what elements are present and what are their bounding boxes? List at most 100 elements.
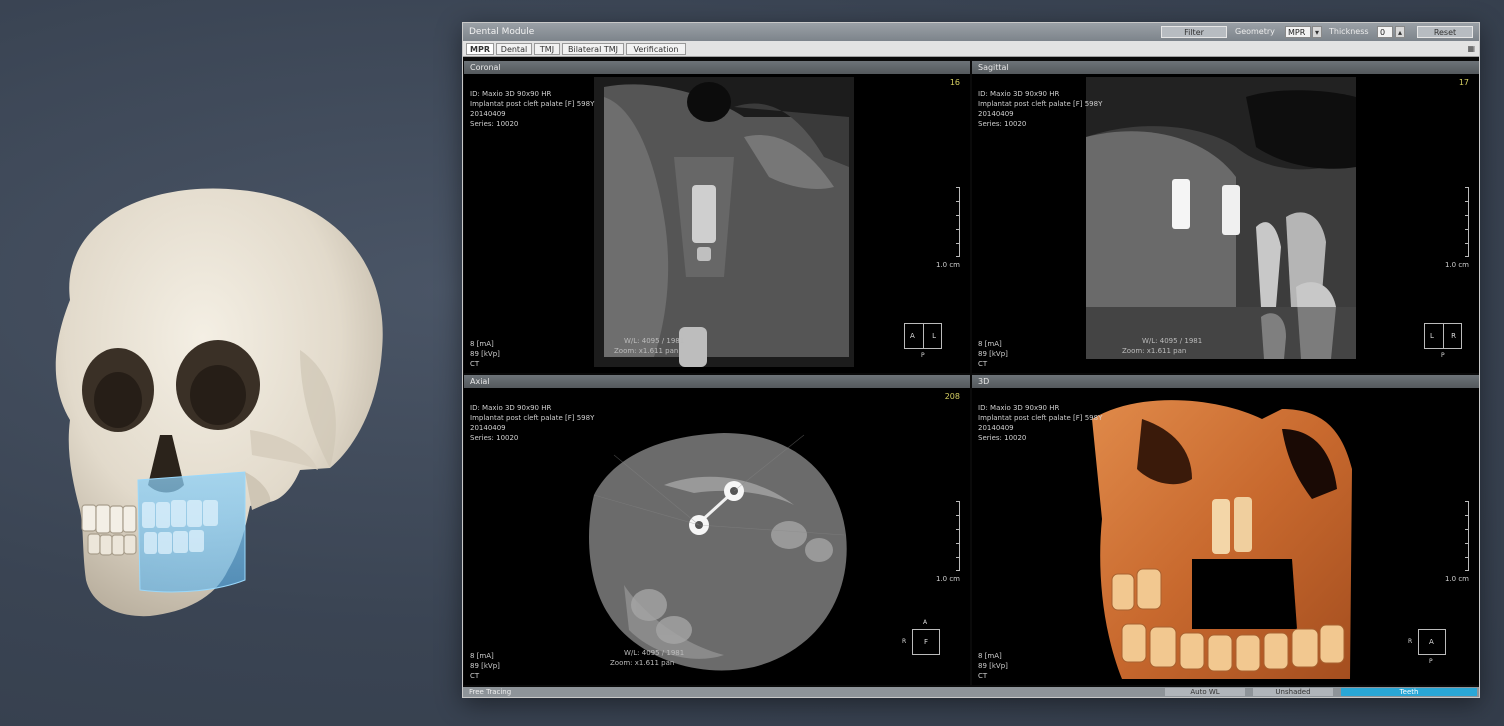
axial-ct-image: [589, 433, 847, 671]
orient-bottom: P: [921, 352, 925, 359]
patient-info: ID: Maxio 3D 90x90 HR Implantat post cle…: [978, 89, 1102, 129]
panel-layout-icon[interactable]: ▦: [1467, 44, 1475, 53]
patient-id: ID: Maxio 3D 90x90 HR: [470, 90, 552, 98]
study-date: 20140409: [470, 110, 506, 118]
slice-number: 16: [949, 78, 960, 87]
scale-label: 1.0 cm: [935, 261, 960, 269]
study-description: Implantat post cleft palate [F] 598Y: [978, 100, 1103, 108]
orient-top: A: [923, 619, 928, 626]
geometry-select[interactable]: MPR: [1285, 26, 1311, 38]
orient-center: A: [1429, 638, 1434, 646]
patient-info: ID: Maxio 3D 90x90 HR Implantat post cle…: [978, 403, 1102, 443]
tab-tmj[interactable]: TMJ: [534, 43, 560, 55]
window-level: W/L: 4095 / 1981: [624, 649, 685, 657]
tube-voltage: 89 [kVp]: [978, 350, 1008, 358]
geometry-label: Geometry: [1235, 27, 1275, 36]
orientation-marker: A: [1418, 629, 1446, 655]
study-description: Implantat post cleft palate [F] 598Y: [470, 100, 595, 108]
zoom-level: Zoom: x1.611 pan: [610, 659, 675, 667]
dental-viewer-window: Dental Module Filter Geometry MPR ▾ Thic…: [462, 22, 1480, 698]
viewport-title: Sagittal: [972, 61, 1479, 74]
3d-viewport[interactable]: 3D ID: Maxio 3D 90x90 HR Implantat post …: [972, 375, 1479, 685]
scale-label: 1.0 cm: [935, 575, 960, 583]
orient-left: R: [902, 638, 907, 645]
tube-voltage: 89 [kVp]: [470, 662, 500, 670]
tube-current: 8 [mA]: [470, 340, 494, 348]
tube-current: 8 [mA]: [470, 652, 494, 660]
tab-mpr[interactable]: MPR: [466, 43, 494, 55]
orientation-marker: L R: [1424, 323, 1462, 349]
study-description: Implantat post cleft palate [F] 598Y: [978, 414, 1103, 422]
orient-center: F: [924, 638, 929, 646]
orient-left: L: [1430, 332, 1434, 340]
geometry-dropdown-icon[interactable]: ▾: [1312, 26, 1322, 38]
acquisition-info: 8 [mA] 89 [kVp] CT: [978, 339, 1008, 369]
orient-bottom: P: [1429, 658, 1433, 665]
thickness-input[interactable]: 0: [1377, 26, 1393, 38]
unshaded-button[interactable]: Unshaded: [1253, 688, 1333, 696]
series-number: Series: 10020: [470, 434, 519, 442]
orient-right: R: [1451, 332, 1456, 340]
modality: CT: [470, 672, 480, 680]
zoom-level: Zoom: x1.611 pan: [614, 347, 679, 355]
orient-right: L: [932, 332, 936, 340]
3d-volume-render: [1092, 400, 1352, 679]
tab-verification[interactable]: Verification: [626, 43, 686, 55]
orient-left: A: [910, 332, 915, 340]
orient-bottom: P: [1441, 352, 1445, 359]
window-level: W/L: 4095 / 1981: [1142, 337, 1203, 345]
scale-bar: [955, 501, 960, 571]
viewport-title: Axial: [464, 375, 970, 388]
series-number: Series: 10020: [470, 120, 519, 128]
orient-left: R: [1408, 638, 1413, 645]
teeth-button[interactable]: Teeth: [1341, 688, 1477, 696]
study-date: 20140409: [470, 424, 506, 432]
filter-button[interactable]: Filter: [1161, 26, 1227, 38]
tube-voltage: 89 [kVp]: [978, 662, 1008, 670]
title-bar: Dental Module Filter Geometry MPR ▾ Thic…: [463, 23, 1479, 41]
patient-id: ID: Maxio 3D 90x90 HR: [978, 90, 1060, 98]
scale-bar: [1464, 501, 1469, 571]
sagittal-viewport[interactable]: Sagittal 17 ID: Maxio 3D 90x90 HR Implan…: [972, 61, 1479, 373]
status-bar: Free Tracing Auto WL Unshaded Teeth: [463, 687, 1479, 697]
scale-label: 1.0 cm: [1444, 261, 1469, 269]
skull-illustration: [55, 188, 383, 617]
orientation-marker: F: [912, 629, 940, 655]
viewport-title: Coronal: [464, 61, 970, 74]
series-number: Series: 10020: [978, 434, 1027, 442]
patient-info: ID: Maxio 3D 90x90 HR Implantat post cle…: [470, 89, 594, 129]
tab-dental[interactable]: Dental: [496, 43, 532, 55]
slice-number: 208: [944, 392, 960, 401]
slice-number: 17: [1458, 78, 1469, 87]
patient-id: ID: Maxio 3D 90x90 HR: [978, 404, 1060, 412]
series-number: Series: 10020: [978, 120, 1027, 128]
study-date: 20140409: [978, 110, 1014, 118]
orientation-marker: A L: [904, 323, 942, 349]
axial-viewport[interactable]: Axial 208 ID: Maxio 3D 90x90 HR Implanta…: [464, 375, 970, 685]
acquisition-info: 8 [mA] 89 [kVp] CT: [470, 339, 500, 369]
thickness-label: Thickness: [1329, 27, 1369, 36]
tab-bilateral-tmj[interactable]: Bilateral TMJ: [562, 43, 624, 55]
coronal-ct-image: [594, 77, 854, 367]
zoom-level: Zoom: x1.611 pan: [1122, 347, 1187, 355]
window-title: Dental Module: [469, 27, 535, 37]
tube-voltage: 89 [kVp]: [470, 350, 500, 358]
modality: CT: [978, 360, 988, 368]
tube-current: 8 [mA]: [978, 340, 1002, 348]
acquisition-info: 8 [mA] 89 [kVp] CT: [470, 651, 500, 681]
reset-button[interactable]: Reset: [1417, 26, 1473, 38]
sagittal-ct-image: [1086, 77, 1356, 359]
tube-current: 8 [mA]: [978, 652, 1002, 660]
scale-bar: [1464, 187, 1469, 257]
status-text: Free Tracing: [469, 688, 512, 696]
scale-label: 1.0 cm: [1444, 575, 1469, 583]
coronal-viewport[interactable]: Coronal 16 ID: Maxio 3D 90x90 HR Implant…: [464, 61, 970, 373]
window-level: W/L: 4095 / 1981: [624, 337, 685, 345]
auto-wl-button[interactable]: Auto WL: [1165, 688, 1245, 696]
modality: CT: [470, 360, 480, 368]
tab-bar: MPR Dental TMJ Bilateral TMJ Verificatio…: [463, 41, 1479, 57]
scale-bar: [955, 187, 960, 257]
patient-info: ID: Maxio 3D 90x90 HR Implantat post cle…: [470, 403, 594, 443]
study-description: Implantat post cleft palate [F] 598Y: [470, 414, 595, 422]
thickness-spin-icon[interactable]: ▴: [1395, 26, 1405, 38]
